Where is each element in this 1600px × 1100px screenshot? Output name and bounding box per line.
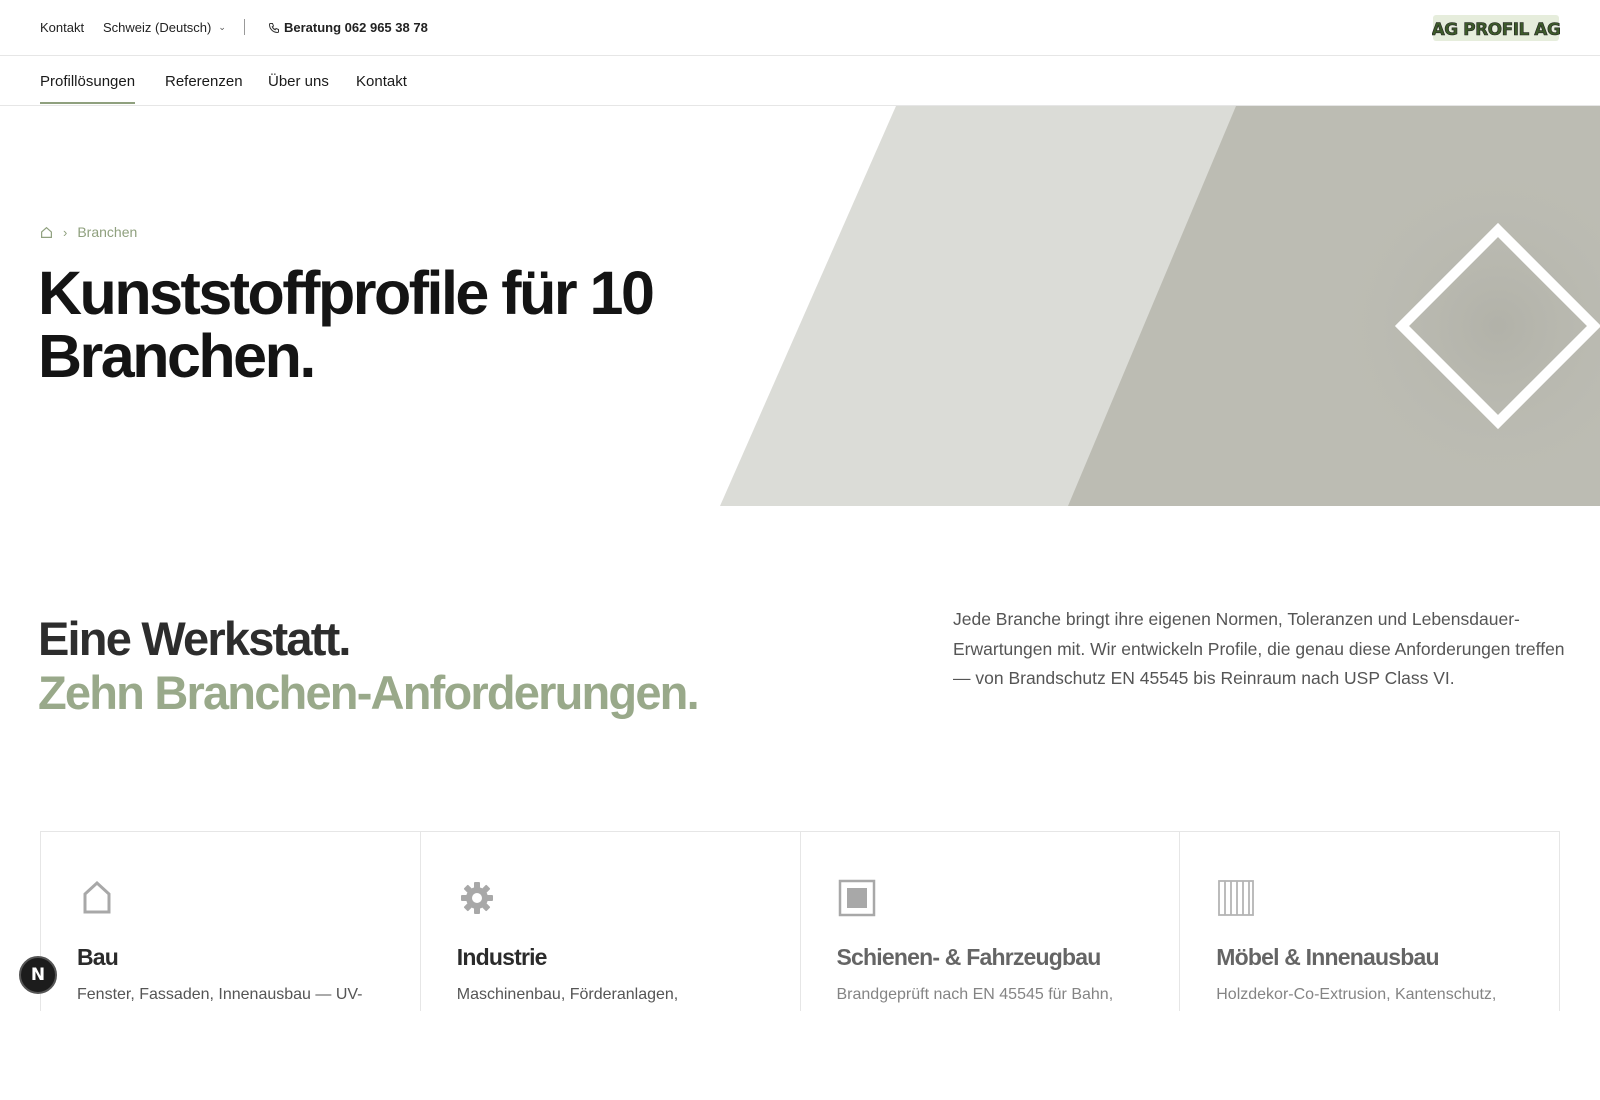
breadcrumb-separator-icon: › xyxy=(63,224,68,240)
utility-bar: Kontakt Schweiz (Deutsch) ⌄ Beratung 062… xyxy=(0,0,1600,56)
card-title: Möbel & Innenausbau xyxy=(1216,944,1439,970)
card-description: Maschinenbau, Förderanlagen, xyxy=(456,986,679,1003)
breadcrumb-current[interactable]: Branchen xyxy=(77,224,137,240)
card-title: Bau xyxy=(77,944,119,970)
card-industrie[interactable]: Industrie Maschinenbau, Förderanlagen, xyxy=(421,832,801,1011)
industry-cards: Bau Fenster, Fassaden, Innenausbau — UV-… xyxy=(40,831,1560,1011)
card-moebel-innenausbau[interactable]: Möbel & Innenausbau Holzdekor-Co-Extrusi… xyxy=(1180,832,1559,1011)
chevron-down-icon: ⌄ xyxy=(218,22,226,32)
card-title: Industrie xyxy=(456,944,548,970)
divider xyxy=(244,19,245,35)
grid-icon xyxy=(1218,880,1255,916)
card-schienen-fahrzeugbau[interactable]: Schienen- & Fahrzeugbau Brandgeprüft nac… xyxy=(801,832,1181,1011)
breadcrumb: › Branchen xyxy=(40,224,137,240)
nav-profilloesungen[interactable]: Profillösungen xyxy=(40,73,136,104)
phone-icon xyxy=(268,22,279,33)
phone-link[interactable]: Beratung 062 965 38 78 xyxy=(268,20,428,35)
card-description: Holzdekor-Co-Extrusion, Kantenschutz, xyxy=(1216,986,1497,1003)
nav-referenzen[interactable]: Referenzen xyxy=(165,73,243,90)
company-logo[interactable]: AG PROFIL AG xyxy=(1432,13,1560,43)
card-description: Fenster, Fassaden, Innenausbau — UV- xyxy=(77,986,363,1003)
language-label: Schweiz (Deutsch) xyxy=(103,20,212,35)
card-description: Brandgeprüft nach EN 45545 für Bahn, xyxy=(836,986,1114,1003)
card-title: Schienen- & Fahrzeugbau xyxy=(836,944,1102,970)
main-navigation: Profillösungen Referenzen Über uns Konta… xyxy=(0,56,1600,106)
home-icon[interactable] xyxy=(40,226,53,239)
svg-text:AG PROFIL AG: AG PROFIL AG xyxy=(1432,20,1560,40)
nav-kontakt[interactable]: Kontakt xyxy=(356,73,407,90)
utility-kontakt-link[interactable]: Kontakt xyxy=(40,20,84,35)
language-selector[interactable]: Schweiz (Deutsch) ⌄ xyxy=(103,20,226,35)
intro-heading-line1: Eine Werkstatt. xyxy=(38,612,351,665)
card-bau[interactable]: Bau Fenster, Fassaden, Innenausbau — UV- xyxy=(41,832,421,1011)
house-icon xyxy=(83,880,111,914)
intro-heading: Eine Werkstatt. Zehn Branchen-Anforderun… xyxy=(38,612,700,720)
hero-graphic xyxy=(720,106,1600,506)
intro-paragraph: Jede Branche bringt ihre eigenen Normen,… xyxy=(953,609,1565,688)
phone-label: Beratung 062 965 38 78 xyxy=(284,20,428,35)
nav-ueber-uns[interactable]: Über uns xyxy=(268,73,329,90)
n-badge-button[interactable]: N xyxy=(19,956,57,994)
intro-heading-line2: Zehn Branchen-Anforderungen. xyxy=(38,666,700,719)
gear-icon xyxy=(460,882,493,914)
page-bottom-blank xyxy=(0,1012,1600,1100)
square-frame-icon xyxy=(838,879,875,917)
page-title: Kunststoffprofile für 10 Branchen. xyxy=(38,259,655,390)
